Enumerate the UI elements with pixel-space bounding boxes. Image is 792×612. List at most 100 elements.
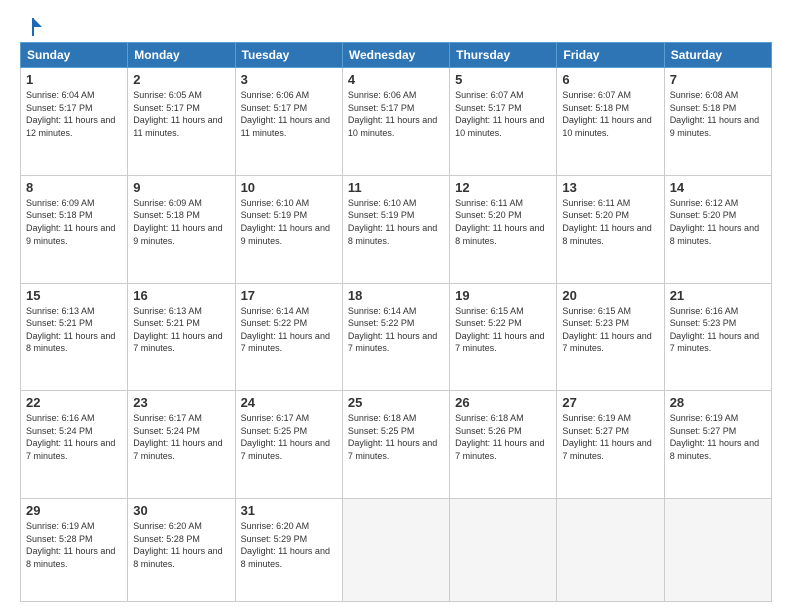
calendar-cell: 14 Sunrise: 6:12 AMSunset: 5:20 PMDaylig… xyxy=(664,175,771,283)
logo-flag-icon xyxy=(22,16,44,38)
calendar-week-3: 15 Sunrise: 6:13 AMSunset: 5:21 PMDaylig… xyxy=(21,283,772,391)
day-number: 17 xyxy=(241,288,337,303)
logo xyxy=(20,16,44,34)
calendar-week-4: 22 Sunrise: 6:16 AMSunset: 5:24 PMDaylig… xyxy=(21,391,772,499)
calendar-cell: 19 Sunrise: 6:15 AMSunset: 5:22 PMDaylig… xyxy=(450,283,557,391)
day-info: Sunrise: 6:17 AMSunset: 5:25 PMDaylight:… xyxy=(241,413,330,461)
day-number: 16 xyxy=(133,288,229,303)
day-info: Sunrise: 6:16 AMSunset: 5:24 PMDaylight:… xyxy=(26,413,115,461)
day-info: Sunrise: 6:07 AMSunset: 5:18 PMDaylight:… xyxy=(562,90,651,138)
day-number: 13 xyxy=(562,180,658,195)
calendar-cell: 8 Sunrise: 6:09 AMSunset: 5:18 PMDayligh… xyxy=(21,175,128,283)
calendar-cell: 15 Sunrise: 6:13 AMSunset: 5:21 PMDaylig… xyxy=(21,283,128,391)
day-number: 20 xyxy=(562,288,658,303)
calendar-header-wednesday: Wednesday xyxy=(342,43,449,68)
calendar-cell: 4 Sunrise: 6:06 AMSunset: 5:17 PMDayligh… xyxy=(342,68,449,176)
day-info: Sunrise: 6:18 AMSunset: 5:25 PMDaylight:… xyxy=(348,413,437,461)
calendar-cell: 6 Sunrise: 6:07 AMSunset: 5:18 PMDayligh… xyxy=(557,68,664,176)
day-info: Sunrise: 6:19 AMSunset: 5:27 PMDaylight:… xyxy=(670,413,759,461)
calendar-cell: 1 Sunrise: 6:04 AMSunset: 5:17 PMDayligh… xyxy=(21,68,128,176)
calendar-header-monday: Monday xyxy=(128,43,235,68)
calendar-cell: 30 Sunrise: 6:20 AMSunset: 5:28 PMDaylig… xyxy=(128,499,235,602)
calendar-cell: 5 Sunrise: 6:07 AMSunset: 5:17 PMDayligh… xyxy=(450,68,557,176)
day-info: Sunrise: 6:16 AMSunset: 5:23 PMDaylight:… xyxy=(670,306,759,354)
calendar-cell xyxy=(557,499,664,602)
day-number: 1 xyxy=(26,72,122,87)
day-number: 15 xyxy=(26,288,122,303)
calendar-cell: 17 Sunrise: 6:14 AMSunset: 5:22 PMDaylig… xyxy=(235,283,342,391)
day-info: Sunrise: 6:13 AMSunset: 5:21 PMDaylight:… xyxy=(26,306,115,354)
day-info: Sunrise: 6:11 AMSunset: 5:20 PMDaylight:… xyxy=(455,198,544,246)
day-info: Sunrise: 6:06 AMSunset: 5:17 PMDaylight:… xyxy=(241,90,330,138)
day-number: 28 xyxy=(670,395,766,410)
day-number: 22 xyxy=(26,395,122,410)
calendar-cell: 29 Sunrise: 6:19 AMSunset: 5:28 PMDaylig… xyxy=(21,499,128,602)
day-number: 7 xyxy=(670,72,766,87)
calendar-cell: 12 Sunrise: 6:11 AMSunset: 5:20 PMDaylig… xyxy=(450,175,557,283)
day-info: Sunrise: 6:20 AMSunset: 5:29 PMDaylight:… xyxy=(241,521,330,569)
day-number: 6 xyxy=(562,72,658,87)
calendar-cell: 16 Sunrise: 6:13 AMSunset: 5:21 PMDaylig… xyxy=(128,283,235,391)
calendar-cell: 28 Sunrise: 6:19 AMSunset: 5:27 PMDaylig… xyxy=(664,391,771,499)
calendar-header-tuesday: Tuesday xyxy=(235,43,342,68)
day-number: 10 xyxy=(241,180,337,195)
day-info: Sunrise: 6:09 AMSunset: 5:18 PMDaylight:… xyxy=(26,198,115,246)
day-number: 18 xyxy=(348,288,444,303)
calendar-cell: 26 Sunrise: 6:18 AMSunset: 5:26 PMDaylig… xyxy=(450,391,557,499)
day-info: Sunrise: 6:07 AMSunset: 5:17 PMDaylight:… xyxy=(455,90,544,138)
calendar-week-2: 8 Sunrise: 6:09 AMSunset: 5:18 PMDayligh… xyxy=(21,175,772,283)
calendar-header-thursday: Thursday xyxy=(450,43,557,68)
day-info: Sunrise: 6:19 AMSunset: 5:27 PMDaylight:… xyxy=(562,413,651,461)
day-number: 30 xyxy=(133,503,229,518)
day-number: 23 xyxy=(133,395,229,410)
day-info: Sunrise: 6:06 AMSunset: 5:17 PMDaylight:… xyxy=(348,90,437,138)
day-number: 9 xyxy=(133,180,229,195)
day-info: Sunrise: 6:09 AMSunset: 5:18 PMDaylight:… xyxy=(133,198,222,246)
calendar-header-friday: Friday xyxy=(557,43,664,68)
day-info: Sunrise: 6:14 AMSunset: 5:22 PMDaylight:… xyxy=(348,306,437,354)
calendar-cell: 10 Sunrise: 6:10 AMSunset: 5:19 PMDaylig… xyxy=(235,175,342,283)
calendar-cell: 24 Sunrise: 6:17 AMSunset: 5:25 PMDaylig… xyxy=(235,391,342,499)
day-info: Sunrise: 6:19 AMSunset: 5:28 PMDaylight:… xyxy=(26,521,115,569)
calendar-cell: 20 Sunrise: 6:15 AMSunset: 5:23 PMDaylig… xyxy=(557,283,664,391)
calendar-header-sunday: Sunday xyxy=(21,43,128,68)
day-number: 3 xyxy=(241,72,337,87)
day-info: Sunrise: 6:15 AMSunset: 5:22 PMDaylight:… xyxy=(455,306,544,354)
calendar-cell: 3 Sunrise: 6:06 AMSunset: 5:17 PMDayligh… xyxy=(235,68,342,176)
day-number: 19 xyxy=(455,288,551,303)
day-number: 4 xyxy=(348,72,444,87)
calendar-cell: 23 Sunrise: 6:17 AMSunset: 5:24 PMDaylig… xyxy=(128,391,235,499)
calendar-cell: 13 Sunrise: 6:11 AMSunset: 5:20 PMDaylig… xyxy=(557,175,664,283)
day-info: Sunrise: 6:12 AMSunset: 5:20 PMDaylight:… xyxy=(670,198,759,246)
day-info: Sunrise: 6:08 AMSunset: 5:18 PMDaylight:… xyxy=(670,90,759,138)
calendar-week-5: 29 Sunrise: 6:19 AMSunset: 5:28 PMDaylig… xyxy=(21,499,772,602)
calendar-cell: 25 Sunrise: 6:18 AMSunset: 5:25 PMDaylig… xyxy=(342,391,449,499)
calendar-cell: 2 Sunrise: 6:05 AMSunset: 5:17 PMDayligh… xyxy=(128,68,235,176)
calendar-cell xyxy=(342,499,449,602)
day-number: 24 xyxy=(241,395,337,410)
day-info: Sunrise: 6:13 AMSunset: 5:21 PMDaylight:… xyxy=(133,306,222,354)
day-info: Sunrise: 6:11 AMSunset: 5:20 PMDaylight:… xyxy=(562,198,651,246)
day-info: Sunrise: 6:14 AMSunset: 5:22 PMDaylight:… xyxy=(241,306,330,354)
calendar-week-1: 1 Sunrise: 6:04 AMSunset: 5:17 PMDayligh… xyxy=(21,68,772,176)
day-number: 29 xyxy=(26,503,122,518)
day-info: Sunrise: 6:10 AMSunset: 5:19 PMDaylight:… xyxy=(348,198,437,246)
day-info: Sunrise: 6:15 AMSunset: 5:23 PMDaylight:… xyxy=(562,306,651,354)
calendar-cell: 22 Sunrise: 6:16 AMSunset: 5:24 PMDaylig… xyxy=(21,391,128,499)
calendar-cell xyxy=(450,499,557,602)
calendar-cell: 21 Sunrise: 6:16 AMSunset: 5:23 PMDaylig… xyxy=(664,283,771,391)
page: SundayMondayTuesdayWednesdayThursdayFrid… xyxy=(0,0,792,612)
day-number: 8 xyxy=(26,180,122,195)
day-number: 14 xyxy=(670,180,766,195)
day-number: 5 xyxy=(455,72,551,87)
calendar-header-saturday: Saturday xyxy=(664,43,771,68)
calendar-cell xyxy=(664,499,771,602)
day-info: Sunrise: 6:17 AMSunset: 5:24 PMDaylight:… xyxy=(133,413,222,461)
day-info: Sunrise: 6:05 AMSunset: 5:17 PMDaylight:… xyxy=(133,90,222,138)
calendar-header-row: SundayMondayTuesdayWednesdayThursdayFrid… xyxy=(21,43,772,68)
calendar-cell: 27 Sunrise: 6:19 AMSunset: 5:27 PMDaylig… xyxy=(557,391,664,499)
calendar-cell: 11 Sunrise: 6:10 AMSunset: 5:19 PMDaylig… xyxy=(342,175,449,283)
day-number: 31 xyxy=(241,503,337,518)
header xyxy=(20,16,772,34)
calendar-table: SundayMondayTuesdayWednesdayThursdayFrid… xyxy=(20,42,772,602)
